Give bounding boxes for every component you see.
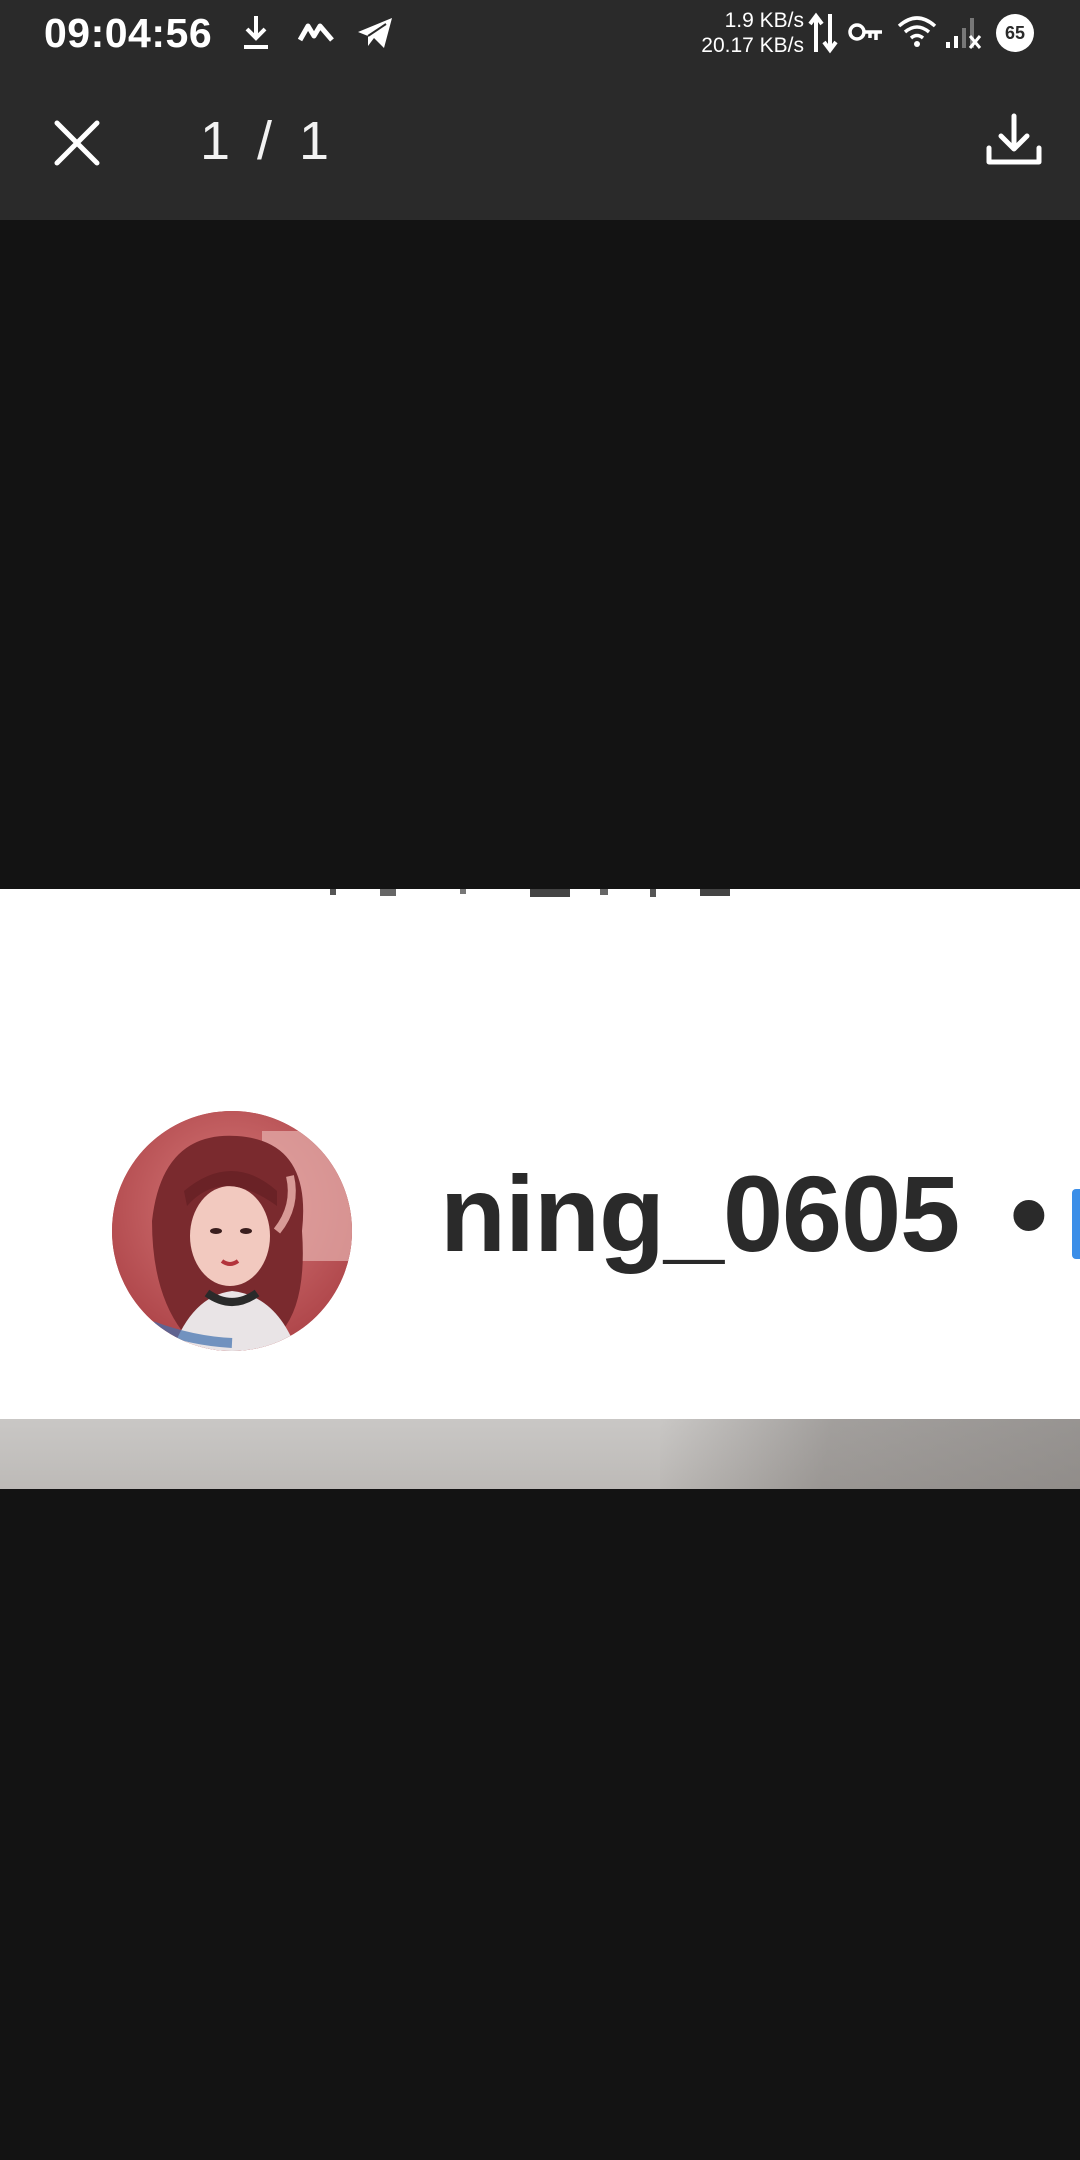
app-icon	[298, 23, 334, 42]
image-viewer[interactable]: ning_0605 •	[0, 220, 1080, 2160]
close-icon[interactable]	[52, 118, 102, 168]
download-icon	[244, 16, 268, 49]
wifi-icon	[897, 16, 937, 47]
download-icon[interactable]	[984, 112, 1044, 172]
network-speed: 1.9 KB/s 20.17 KB/s	[701, 8, 804, 58]
cropped-text-fragments	[330, 889, 730, 897]
battery-icon: 65	[996, 14, 1034, 52]
page-counter: 1 / 1	[200, 111, 336, 171]
key-icon	[848, 23, 882, 41]
displayed-image[interactable]: ning_0605 •	[0, 889, 1080, 1489]
viewer-toolbar: 1 / 1	[0, 70, 1080, 220]
updown-arrows-icon	[808, 12, 838, 54]
signal-icon	[946, 18, 982, 49]
telegram-icon	[358, 18, 392, 48]
cropped-blue-text	[1072, 1189, 1080, 1259]
battery-level: 65	[1004, 23, 1026, 43]
username: ning_0605	[440, 1153, 960, 1274]
download-speed: 20.17 KB/s	[701, 34, 804, 57]
status-bar: 09:04:56 1.9 KB/s 20.17 KB/s 65	[0, 0, 1080, 70]
image-bottom-shadow	[660, 1419, 1080, 1489]
avatar	[112, 1111, 352, 1351]
status-time: 09:04:56	[44, 10, 213, 56]
separator-dot: •	[1010, 1153, 1048, 1274]
upload-speed: 1.9 KB/s	[724, 9, 804, 32]
